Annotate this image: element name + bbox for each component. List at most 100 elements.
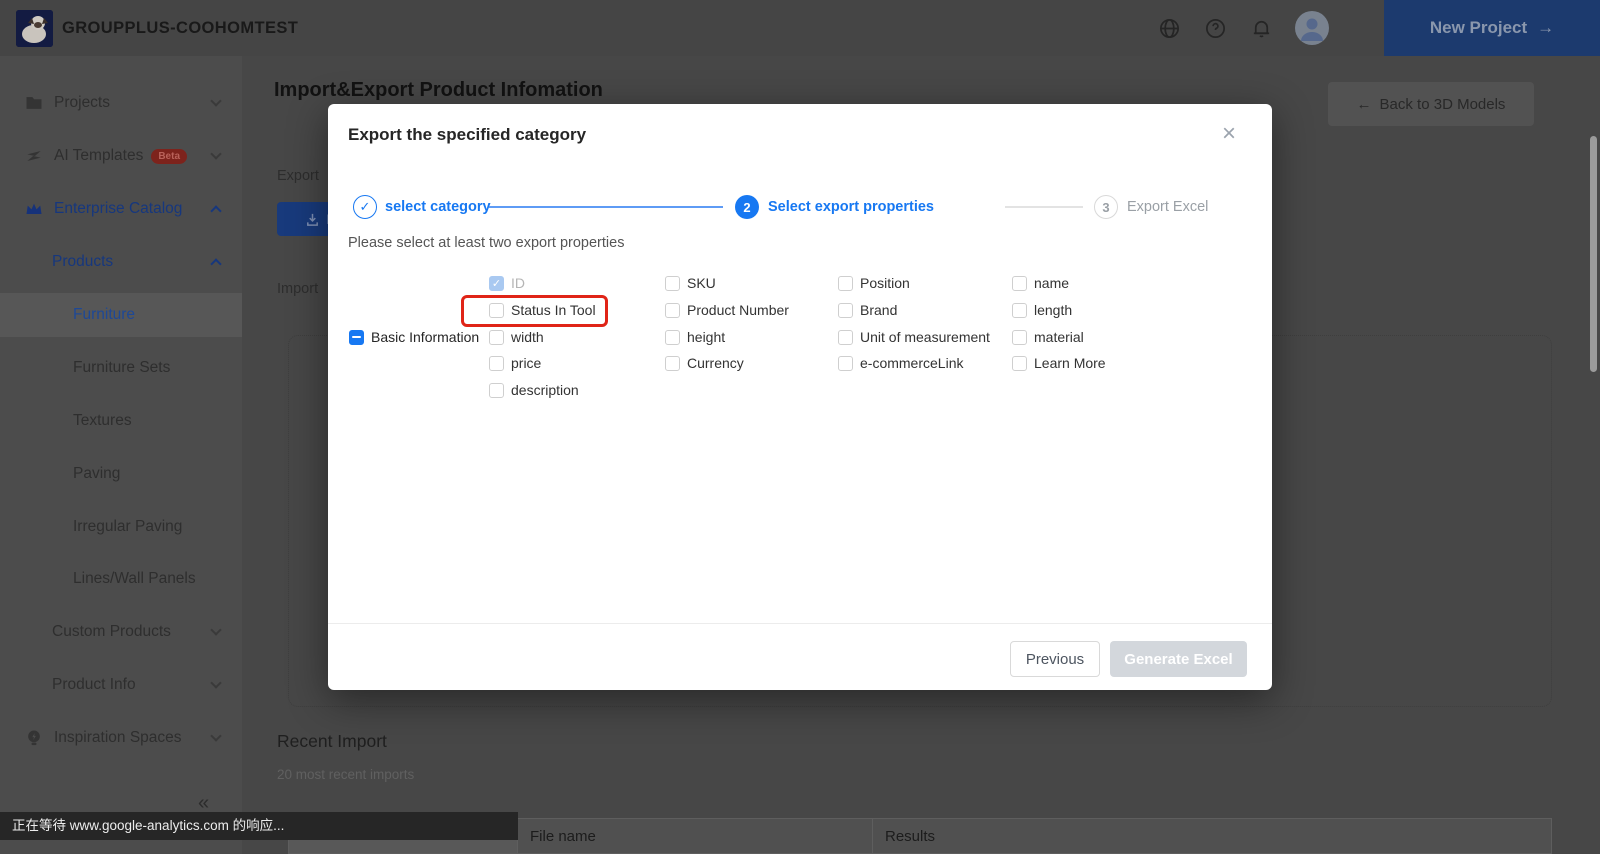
sidebar-item-lines-wall-panels[interactable]: Lines/Wall Panels bbox=[0, 557, 242, 601]
basic-information-group: Basic Information bbox=[349, 329, 479, 345]
sidebar-item-textures[interactable]: Textures bbox=[0, 399, 242, 443]
property-row-brand: Brand bbox=[838, 302, 897, 318]
description-checkbox[interactable] bbox=[489, 383, 504, 398]
modal-title: Export the specified category bbox=[348, 125, 586, 145]
property-row-height: height bbox=[665, 329, 725, 345]
notification-bell-icon[interactable] bbox=[1250, 17, 1273, 40]
checkbox-label: Currency bbox=[687, 355, 744, 371]
step-3-label: Export Excel bbox=[1127, 199, 1208, 215]
basic-information-checkbox[interactable] bbox=[349, 330, 364, 345]
price-checkbox[interactable] bbox=[489, 356, 504, 371]
property-row-width: width bbox=[489, 329, 544, 345]
property-row-length: length bbox=[1012, 302, 1072, 318]
sku-checkbox[interactable] bbox=[665, 276, 680, 291]
arrow-right-icon: → bbox=[1537, 18, 1554, 38]
import-section-label: Import bbox=[277, 281, 318, 297]
id-checkbox[interactable] bbox=[489, 276, 504, 291]
sidebar-item-label: Furniture Sets bbox=[73, 359, 170, 377]
unit-of-measurement-checkbox[interactable] bbox=[838, 330, 853, 345]
help-icon[interactable] bbox=[1204, 17, 1227, 40]
sidebar-item-furniture[interactable]: Furniture bbox=[0, 293, 242, 337]
property-row-material: material bbox=[1012, 329, 1084, 345]
highlight-box bbox=[461, 295, 608, 327]
back-to-3d-models-button[interactable]: ← Back to 3D Models bbox=[1328, 82, 1534, 126]
chevron-down-icon bbox=[210, 624, 221, 635]
name-checkbox[interactable] bbox=[1012, 276, 1027, 291]
brand-title: GROUPPLUS-COOHOMTEST bbox=[62, 0, 298, 56]
sidebar-item-paving[interactable]: Paving bbox=[0, 452, 242, 496]
property-row-currency: Currency bbox=[665, 355, 744, 371]
chevron-down-icon bbox=[210, 95, 221, 106]
sidebar-item-label: AI Templates bbox=[54, 147, 143, 165]
sidebar-item-label: Paving bbox=[73, 465, 120, 483]
table-header-file-name: File name bbox=[518, 819, 873, 853]
scrollbar-thumb[interactable] bbox=[1590, 136, 1597, 372]
brand-checkbox[interactable] bbox=[838, 303, 853, 318]
checkbox-label: Learn More bbox=[1034, 355, 1106, 371]
sidebar-item-label: Lines/Wall Panels bbox=[73, 570, 196, 588]
learn-more-checkbox[interactable] bbox=[1012, 356, 1027, 371]
person-icon bbox=[1295, 11, 1329, 45]
property-row-price: price bbox=[489, 355, 541, 371]
checkbox-label: length bbox=[1034, 302, 1072, 318]
chevron-up-icon bbox=[210, 258, 221, 269]
generate-excel-button[interactable]: Generate Excel bbox=[1110, 641, 1247, 677]
folder-icon bbox=[24, 93, 44, 113]
sidebar-item-product-info[interactable]: Product Info bbox=[0, 663, 242, 707]
position-checkbox[interactable] bbox=[838, 276, 853, 291]
group-label: Basic Information bbox=[371, 329, 479, 345]
modal-footer-divider bbox=[328, 623, 1272, 624]
checkbox-label: ID bbox=[511, 275, 525, 291]
width-checkbox[interactable] bbox=[489, 330, 504, 345]
step-number: 3 bbox=[1102, 200, 1109, 215]
screen: GROUPPLUS-COOHOMTEST New Project → bbox=[0, 0, 1600, 854]
page-title: Import&Export Product Infomation bbox=[274, 79, 603, 102]
property-row-ecommerce-link: e-commerceLink bbox=[838, 355, 963, 371]
checkbox-label: name bbox=[1034, 275, 1069, 291]
checkbox-label: Position bbox=[860, 275, 910, 291]
previous-button[interactable]: Previous bbox=[1010, 641, 1100, 677]
sidebar-item-products[interactable]: Products bbox=[0, 240, 242, 284]
chevron-down-icon bbox=[210, 148, 221, 159]
checkbox-label: height bbox=[687, 329, 725, 345]
table-header-results: Results bbox=[873, 819, 1551, 853]
property-row-position: Position bbox=[838, 275, 910, 291]
property-row-sku: SKU bbox=[665, 275, 716, 291]
recent-import-title: Recent Import bbox=[277, 731, 387, 752]
step-3-circle: 3 bbox=[1094, 195, 1118, 219]
new-project-button[interactable]: New Project → bbox=[1384, 0, 1600, 56]
sidebar-item-label: Furniture bbox=[73, 306, 135, 324]
recent-import-subtitle: 20 most recent imports bbox=[277, 767, 414, 782]
property-row-product-number: Product Number bbox=[665, 302, 789, 318]
length-checkbox[interactable] bbox=[1012, 303, 1027, 318]
sidebar-item-furniture-sets[interactable]: Furniture Sets bbox=[0, 346, 242, 390]
property-row-description: description bbox=[489, 382, 579, 398]
sidebar-item-inspiration-spaces[interactable]: Inspiration Spaces bbox=[0, 716, 242, 760]
property-row-id: ID bbox=[489, 275, 525, 291]
user-avatar[interactable] bbox=[1295, 11, 1329, 45]
new-project-label: New Project bbox=[1430, 18, 1527, 38]
sidebar-item-label: Irregular Paving bbox=[73, 518, 182, 536]
material-checkbox[interactable] bbox=[1012, 330, 1027, 345]
sidebar-item-custom-products[interactable]: Custom Products bbox=[0, 610, 242, 654]
sidebar-item-enterprise-catalog[interactable]: Enterprise Catalog bbox=[0, 187, 242, 231]
company-logo[interactable] bbox=[16, 10, 53, 47]
height-checkbox[interactable] bbox=[665, 330, 680, 345]
sidebar-item-ai-templates[interactable]: AI Templates Beta bbox=[0, 134, 242, 178]
property-row-name: name bbox=[1012, 275, 1069, 291]
close-icon[interactable]: × bbox=[1222, 122, 1236, 146]
chevron-down-icon bbox=[210, 730, 221, 741]
sidebar-item-irregular-paving[interactable]: Irregular Paving bbox=[0, 505, 242, 549]
ecommerce-link-checkbox[interactable] bbox=[838, 356, 853, 371]
check-icon: ✓ bbox=[360, 199, 371, 215]
product-number-checkbox[interactable] bbox=[665, 303, 680, 318]
sidebar-item-label: Textures bbox=[73, 412, 132, 430]
export-category-modal: Export the specified category × ✓ select… bbox=[328, 104, 1272, 690]
checkbox-label: SKU bbox=[687, 275, 716, 291]
checkbox-label: description bbox=[511, 382, 579, 398]
step-1-circle: ✓ bbox=[353, 195, 377, 219]
sidebar-item-projects[interactable]: Projects bbox=[0, 81, 242, 125]
globe-icon[interactable] bbox=[1158, 17, 1181, 40]
arrow-left-icon: ← bbox=[1357, 96, 1372, 113]
currency-checkbox[interactable] bbox=[665, 356, 680, 371]
